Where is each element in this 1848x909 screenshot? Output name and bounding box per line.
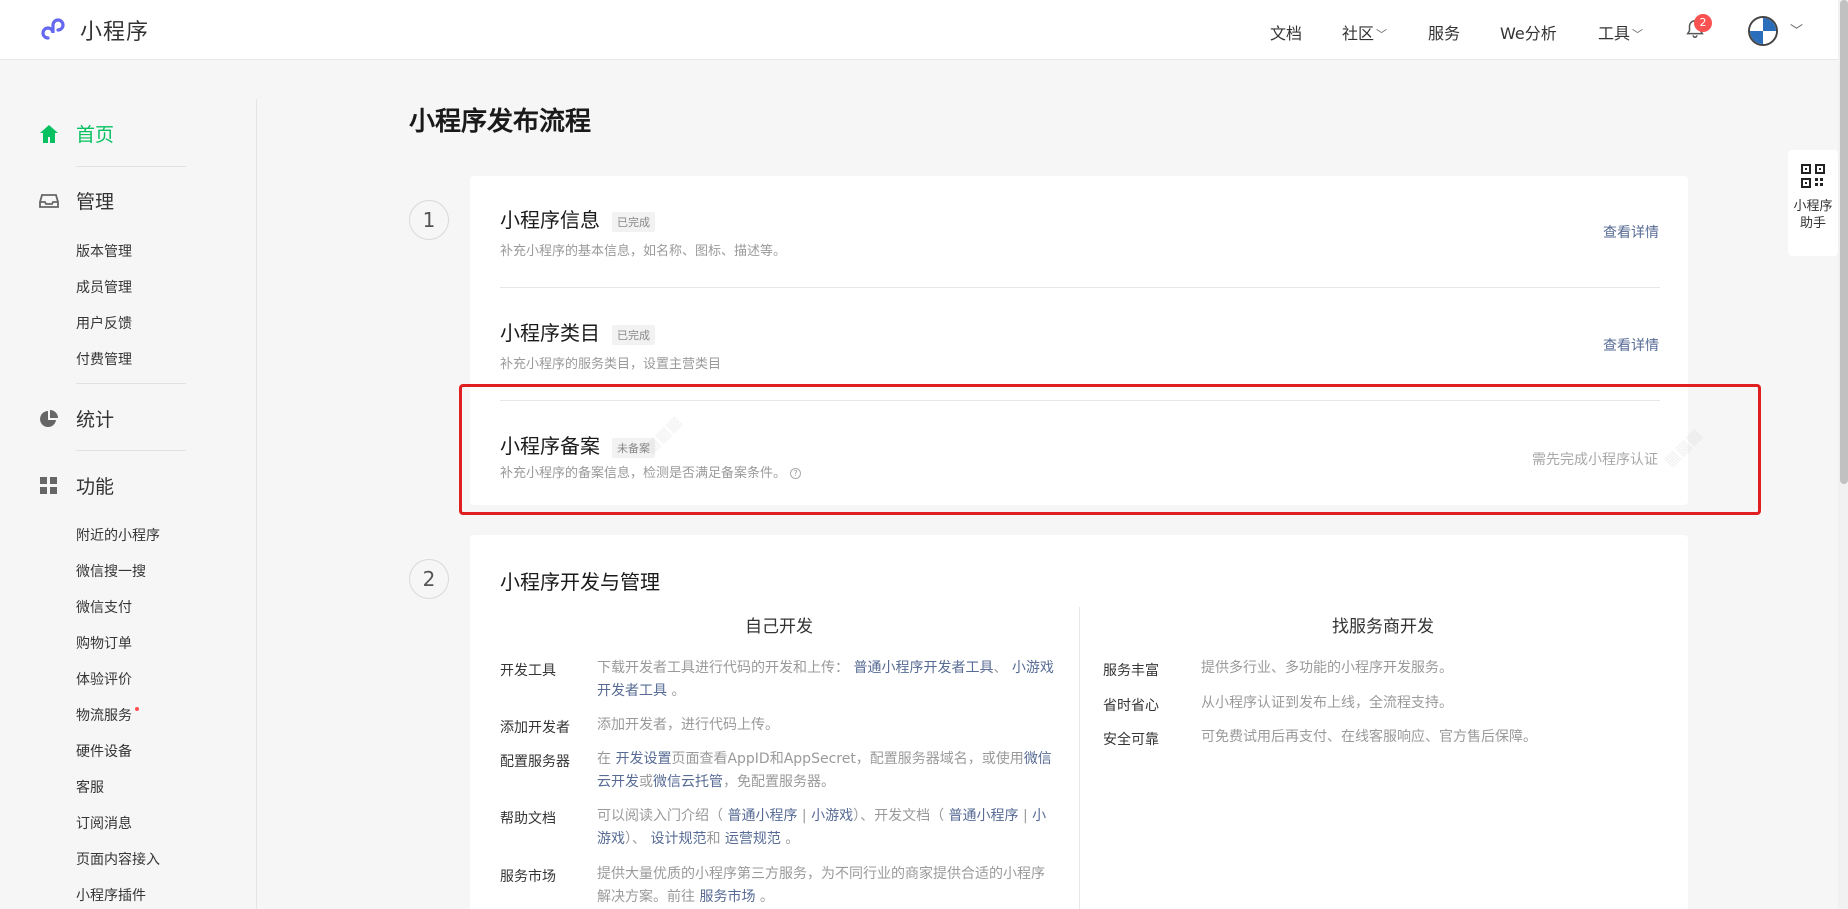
item-label: 开发工具 [500, 663, 556, 679]
intro-minigame-link[interactable]: 小游戏 [811, 808, 853, 824]
row-divider [500, 287, 1660, 288]
item-label: 服务市场 [500, 869, 556, 885]
nav-docs[interactable]: 文档 [1270, 20, 1302, 44]
sidebar: 首页 管理 版本管理 成员管理 用户反馈 付费管理 统计 功能 附近的小程序 微… [0, 61, 257, 909]
avatar[interactable] [1748, 16, 1778, 46]
item-text: 提供多行业、多功能的小程序开发服务。 [1201, 660, 1453, 676]
design-spec-link[interactable]: 设计规范 [650, 831, 706, 847]
sidebar-item-customer-service[interactable]: 客服 [76, 777, 104, 797]
row-desc: 补充小程序的服务类目，设置主营类目 [500, 357, 722, 372]
intro-miniprogram-link[interactable]: 普通小程序 [727, 808, 797, 824]
item-label: 服务丰富 [1103, 663, 1159, 679]
nav-community[interactable]: 社区 ﹀ [1342, 20, 1387, 44]
inbox-icon [38, 190, 60, 212]
sidebar-item-logistics[interactable]: 物流服务 [76, 705, 139, 725]
sidebar-item-hardware[interactable]: 硬件设备 [76, 741, 132, 761]
dev-settings-link[interactable]: 开发设置 [615, 751, 671, 767]
view-details-link[interactable]: 查看详情 [1603, 335, 1659, 355]
item-text: 从小程序认证到发布上线，全流程支持。 [1201, 695, 1453, 711]
sidebar-item-shopping-orders[interactable]: 购物订单 [76, 633, 132, 653]
step-number: 2 [409, 559, 449, 599]
view-details-link[interactable]: 查看详情 [1603, 222, 1659, 242]
sidebar-divider [76, 450, 186, 451]
sidebar-item-nearby[interactable]: 附近的小程序 [76, 525, 160, 545]
row-title: 小程序类目 已完成 [500, 317, 655, 346]
sidebar-item-wechat-search[interactable]: 微信搜一搜 [76, 561, 146, 581]
column-divider [1079, 607, 1080, 909]
status-badge: 已完成 [612, 211, 655, 232]
sidebar-item-payment-manage[interactable]: 付费管理 [76, 349, 132, 369]
step-number: 1 [409, 200, 449, 240]
page-title: 小程序发布流程 [409, 107, 592, 137]
home-icon [38, 123, 60, 145]
sidebar-border [256, 99, 257, 909]
brand-logo[interactable]: 小程序 [38, 14, 149, 46]
sidebar-item-page-content[interactable]: 页面内容接入 [76, 849, 160, 869]
dev-tool-link[interactable]: 普通小程序开发者工具 [853, 660, 993, 676]
helper-label: 小程序 助手 [1793, 199, 1833, 231]
sidebar-item-plugins[interactable]: 小程序插件 [76, 885, 146, 905]
item-label: 安全可靠 [1103, 732, 1159, 748]
nav-we-analytics[interactable]: We分析 [1500, 20, 1557, 44]
section-title: 小程序开发与管理 [500, 570, 660, 594]
status-badge: 已完成 [612, 324, 655, 345]
nav-tools[interactable]: 工具 ﹀ [1598, 20, 1643, 44]
row-desc: 补充小程序的基本信息，如名称、图标、描述等。 [500, 244, 787, 259]
chevron-down-icon: ﹀ [1376, 28, 1388, 41]
sidebar-item-manage[interactable]: 管理 [38, 187, 114, 214]
grid-icon [38, 475, 60, 497]
self-dev-heading: 自己开发 [745, 617, 813, 637]
notification-badge: 2 [1694, 14, 1712, 32]
nav-services[interactable]: 服务 [1428, 20, 1460, 44]
sidebar-item-member-manage[interactable]: 成员管理 [76, 277, 132, 297]
item-text: 添加开发者，进行代码上传。 [597, 717, 779, 733]
item-text: 提供大量优质的小程序第三方服务，为不同行业的商家提供合适的小程序解决方案。前往 … [597, 866, 1045, 905]
ops-spec-link[interactable]: 运营规范 [725, 831, 781, 847]
highlight-box [459, 384, 1761, 515]
pie-chart-icon [38, 408, 60, 430]
qrcode-icon [1801, 164, 1825, 188]
sidebar-divider [76, 383, 186, 384]
chevron-down-icon: ﹀ [1632, 28, 1644, 41]
provider-dev-heading: 找服务商开发 [1332, 617, 1434, 637]
item-text: 在 开发设置页面查看AppID和AppSecret，配置服务器域名，或使用微信云… [597, 751, 1052, 790]
docs-miniprogram-link[interactable]: 普通小程序 [949, 808, 1019, 824]
row-title: 小程序信息 已完成 [500, 204, 655, 233]
top-bar: 小程序 文档 社区 ﹀ 服务 We分析 工具 ﹀ 2 ﹀ [0, 0, 1848, 60]
miniprogram-assistant[interactable]: 小程序 助手 [1788, 150, 1838, 256]
cloud-hosting-link[interactable]: 微信云托管 [653, 774, 723, 790]
miniprogram-logo-icon [41, 18, 65, 40]
sidebar-item-subscribe-message[interactable]: 订阅消息 [76, 813, 132, 833]
service-market-link[interactable]: 服务市场 [699, 889, 755, 905]
sidebar-item-experience-rating[interactable]: 体验评价 [76, 669, 132, 689]
item-text: 下载开发者工具进行代码的开发和上传： 普通小程序开发者工具、 小游戏开发者工具 … [597, 660, 1054, 699]
sidebar-item-user-feedback[interactable]: 用户反馈 [76, 313, 132, 333]
sidebar-item-version-manage[interactable]: 版本管理 [76, 241, 132, 261]
brand-name: 小程序 [80, 20, 150, 45]
item-label: 添加开发者 [500, 720, 570, 736]
item-label: 省时省心 [1103, 698, 1159, 714]
item-text: 可免费试用后再支付、在线客服响应、官方售后保障。 [1201, 729, 1537, 745]
sidebar-item-home[interactable]: 首页 [38, 120, 114, 147]
new-dot [135, 707, 139, 711]
item-label: 配置服务器 [500, 754, 570, 770]
item-label: 帮助文档 [500, 811, 556, 827]
sidebar-item-features[interactable]: 功能 [38, 472, 114, 499]
sidebar-divider [76, 166, 186, 167]
scrollbar-thumb[interactable] [1840, 0, 1848, 484]
item-text: 可以阅读入门介绍（ 普通小程序 | 小游戏）、开发文档（ 普通小程序 | 小游戏… [597, 808, 1047, 847]
sidebar-item-stats[interactable]: 统计 [38, 405, 114, 432]
account-chevron-down-icon[interactable]: ﹀ [1790, 20, 1803, 39]
sidebar-item-wechat-pay[interactable]: 微信支付 [76, 597, 132, 617]
